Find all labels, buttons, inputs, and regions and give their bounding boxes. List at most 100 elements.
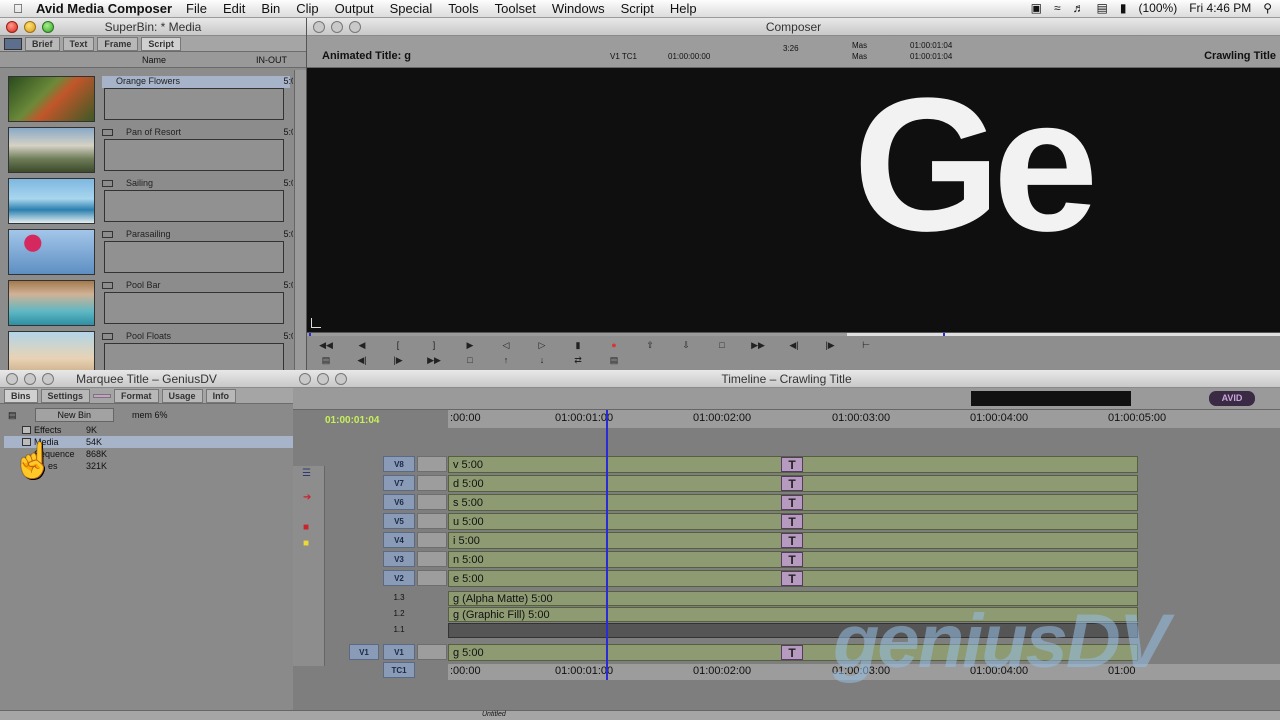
menu-help[interactable]: Help xyxy=(670,1,697,16)
step-forward-icon[interactable]: ▶▶ xyxy=(749,339,767,352)
clip-name[interactable]: Pool Bar xyxy=(102,280,290,292)
record-timecode-top[interactable]: 01:00:01:04 xyxy=(910,41,952,50)
script-box[interactable] xyxy=(104,88,284,120)
clip-name[interactable]: Pan of Resort xyxy=(102,127,290,139)
clip-thumbnail[interactable] xyxy=(8,229,95,275)
close-icon[interactable] xyxy=(313,21,325,33)
title-clip-icon[interactable]: T xyxy=(781,457,803,472)
menu-output[interactable]: Output xyxy=(335,1,374,16)
effect-icon[interactable]: ▤ xyxy=(605,354,623,367)
sync-icon[interactable]: ⇄ xyxy=(569,354,587,367)
list-item[interactable]: Sailing 5:0 xyxy=(6,178,293,226)
track-selector-v7[interactable]: V7 xyxy=(383,475,415,491)
zoom-icon[interactable] xyxy=(349,21,361,33)
step-forward-one-icon[interactable]: |▶ xyxy=(389,354,407,367)
record-icon[interactable]: ● xyxy=(605,339,623,352)
sub-track-label[interactable]: 1.3 xyxy=(383,591,415,605)
close-icon[interactable] xyxy=(6,21,18,33)
clip-thumbnail[interactable] xyxy=(8,331,95,370)
track-selector-v8[interactable]: V8 xyxy=(383,456,415,472)
mark-out-icon[interactable]: ] xyxy=(425,339,443,352)
track-selector-v2[interactable]: V2 xyxy=(383,570,415,586)
clip-name[interactable]: Sailing xyxy=(102,178,290,190)
clock[interactable]: Fri 4:46 PM xyxy=(1189,1,1251,15)
composer-titlebar[interactable]: Composer xyxy=(307,18,1280,36)
track-lock[interactable] xyxy=(417,570,447,586)
play-icon[interactable]: ▶ xyxy=(461,339,479,352)
timeline-ruler[interactable]: :00:00 01:00:01:00 01:00:02:00 01:00:03:… xyxy=(448,410,1280,428)
title-clip-icon[interactable]: T xyxy=(781,645,803,660)
minimize-icon[interactable] xyxy=(331,21,343,33)
record-title[interactable]: Crawling Title xyxy=(1204,50,1276,62)
bin-name[interactable]: Effects xyxy=(34,425,61,435)
record-monitor[interactable]: Ge xyxy=(793,68,1280,332)
track-selector-v6[interactable]: V6 xyxy=(383,494,415,510)
yellow-clip-icon[interactable]: ■ xyxy=(303,538,309,549)
play-reverse-icon[interactable]: ◀ xyxy=(353,339,371,352)
clip-thumbnail[interactable] xyxy=(8,127,95,173)
list-item[interactable]: Pool Bar 5:0 xyxy=(6,280,293,328)
title-clip-icon[interactable]: T xyxy=(781,571,803,586)
track-selector-v4[interactable]: V4 xyxy=(383,532,415,548)
track-menu-icon[interactable]: ☰ xyxy=(302,468,311,479)
timeline-titlebar[interactable]: Timeline – Crawling Title xyxy=(293,370,1280,388)
menu-bin[interactable]: Bin xyxy=(261,1,280,16)
title-clip-icon[interactable]: T xyxy=(781,552,803,567)
track-lock[interactable] xyxy=(417,644,447,660)
step-back-icon[interactable]: ◀◀ xyxy=(317,339,335,352)
clip-thumbnail[interactable] xyxy=(8,178,95,224)
zoom-icon[interactable] xyxy=(42,373,54,385)
clip-thumbnail[interactable] xyxy=(8,280,95,326)
overwrite-icon[interactable]: ▷ xyxy=(533,339,551,352)
menu-script[interactable]: Script xyxy=(621,1,654,16)
source-track-v1[interactable]: V1 xyxy=(349,644,379,660)
source-monitor[interactable] xyxy=(307,68,793,332)
col-name[interactable]: Name xyxy=(142,55,166,65)
superbin-scrollbar[interactable] xyxy=(294,70,306,370)
col-inout[interactable]: IN-OUT xyxy=(256,55,287,65)
tab-format[interactable]: Format xyxy=(114,388,159,403)
clip-name[interactable]: Orange Flowers xyxy=(102,76,290,88)
list-item[interactable]: Pan of Resort 5:0 xyxy=(6,127,293,175)
menu-special[interactable]: Special xyxy=(390,1,433,16)
list-item[interactable]: Effects 9K xyxy=(34,425,97,435)
project-titlebar[interactable]: Marquee Title – GeniusDV xyxy=(0,370,293,388)
source-timecode[interactable]: 01:00:00:00 xyxy=(668,52,710,61)
clear-marks-icon[interactable]: ▮ xyxy=(569,339,587,352)
tab-brief[interactable]: Brief xyxy=(25,36,60,51)
menu-file[interactable]: File xyxy=(186,1,207,16)
mas-label-top[interactable]: Mas xyxy=(852,41,867,50)
close-icon[interactable] xyxy=(6,373,18,385)
superbin-titlebar[interactable]: SuperBin: * Media xyxy=(0,18,306,36)
script-box[interactable] xyxy=(104,292,284,324)
track-lock[interactable] xyxy=(417,532,447,548)
timeline-timecode[interactable]: 01:00:01:04 xyxy=(325,415,379,426)
tab-settings[interactable]: Settings xyxy=(40,388,91,403)
menu-tools[interactable]: Tools xyxy=(448,1,478,16)
tab-usage[interactable]: Usage xyxy=(161,388,203,403)
volume-icon[interactable]: ♬ xyxy=(1073,1,1085,15)
display-icon[interactable]: ▤ xyxy=(1097,1,1108,15)
tab-bins[interactable]: Bins xyxy=(4,388,38,403)
track-lock[interactable] xyxy=(417,513,447,529)
mas-label-bottom[interactable]: Mas xyxy=(852,52,867,61)
menu-clip[interactable]: Clip xyxy=(296,1,318,16)
clip-name[interactable]: Pool Floats xyxy=(102,331,290,343)
match-frame-icon[interactable]: □ xyxy=(713,339,731,352)
track-lock[interactable] xyxy=(417,475,447,491)
script-box[interactable] xyxy=(104,190,284,222)
playhead[interactable] xyxy=(606,410,608,680)
close-icon[interactable] xyxy=(299,373,311,385)
list-item[interactable]: Pool Floats 5:0 xyxy=(6,331,293,370)
extract-icon[interactable]: ⇩ xyxy=(677,339,695,352)
mark-clip-icon[interactable]: □ xyxy=(461,354,479,367)
title-clip-icon[interactable]: T xyxy=(781,533,803,548)
new-bin-button[interactable]: New Bin xyxy=(34,408,115,422)
apple-icon[interactable]:  xyxy=(0,1,36,16)
bin-menu-icon[interactable] xyxy=(4,37,22,50)
jog-icon[interactable]: ▶▶ xyxy=(425,354,443,367)
script-box[interactable] xyxy=(104,343,284,370)
lift-icon[interactable]: ⇧ xyxy=(641,339,659,352)
go-to-out-icon[interactable]: |▶ xyxy=(821,339,839,352)
wifi-icon[interactable]: ≈ xyxy=(1054,1,1061,15)
